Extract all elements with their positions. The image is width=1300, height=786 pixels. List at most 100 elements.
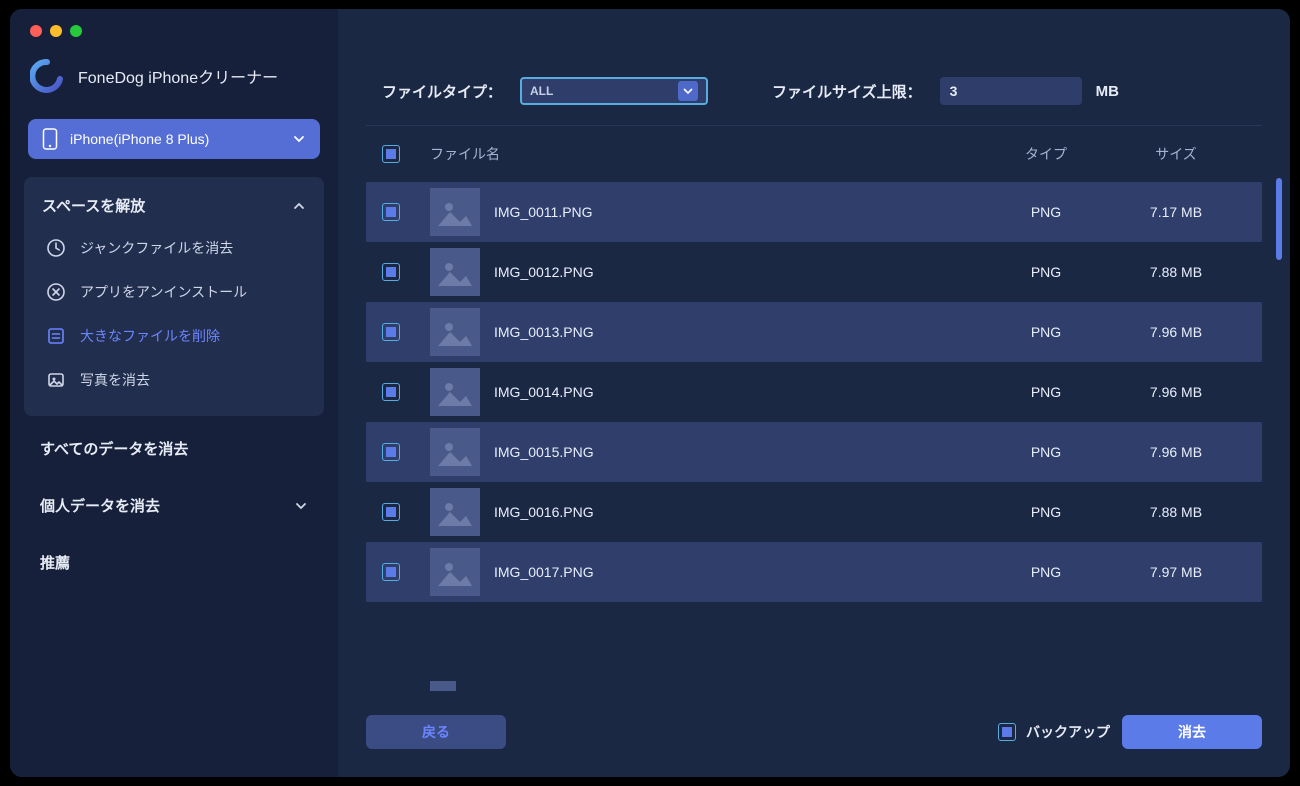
device-selector[interactable]: iPhone(iPhone 8 Plus) — [28, 119, 320, 159]
erase-button[interactable]: 消去 — [1122, 715, 1262, 749]
erase-button-label: 消去 — [1178, 722, 1206, 742]
file-type: PNG — [986, 444, 1106, 460]
chevron-up-icon — [292, 199, 306, 213]
column-header-name[interactable]: ファイル名 — [430, 144, 986, 164]
clock-icon — [46, 238, 66, 258]
app-title: FoneDog iPhoneクリーナー — [78, 64, 278, 88]
file-size: 7.88 MB — [1106, 504, 1246, 520]
image-thumbnail-icon — [430, 428, 480, 476]
partial-row-peek — [366, 681, 1262, 691]
file-name: IMG_0014.PNG — [494, 384, 594, 400]
back-button[interactable]: 戻る — [366, 715, 506, 749]
table-body: IMG_0011.PNGPNG7.17 MBIMG_0012.PNGPNG7.8… — [366, 182, 1262, 681]
file-size: 7.96 MB — [1106, 384, 1246, 400]
image-thumbnail-icon — [430, 368, 480, 416]
uninstall-icon — [46, 282, 66, 302]
section-header-free-space[interactable]: スペースを解放 — [28, 185, 320, 226]
minimize-icon[interactable] — [50, 25, 62, 37]
file-lines-icon — [46, 326, 66, 346]
file-name: IMG_0015.PNG — [494, 444, 594, 460]
zoom-icon[interactable] — [70, 25, 82, 37]
row-checkbox[interactable] — [382, 323, 400, 341]
filter-bar: ファイルタイプ： ALL ファイルサイズ上限： 3 MB — [366, 29, 1262, 117]
table-row[interactable]: IMG_0011.PNGPNG7.17 MB — [366, 182, 1262, 242]
sidebar-item-large-files[interactable]: 大きなファイルを削除 — [28, 314, 320, 358]
image-thumbnail-icon — [430, 681, 456, 691]
sidebar-item-photos[interactable]: 写真を消去 — [28, 358, 320, 402]
column-header-size[interactable]: サイズ — [1106, 144, 1246, 164]
file-table: ファイル名 タイプ サイズ IMG_0011.PNGPNG7.17 MBIMG_… — [366, 125, 1262, 681]
file-size: 7.97 MB — [1106, 564, 1246, 580]
file-type: PNG — [986, 504, 1106, 520]
table-row[interactable]: IMG_0017.PNG PNG7.97 MB — [366, 542, 1262, 602]
table-header: ファイル名 タイプ サイズ — [366, 126, 1262, 182]
select-all-checkbox[interactable] — [382, 145, 400, 163]
sidebar-item-junk[interactable]: ジャンクファイルを消去 — [28, 226, 320, 270]
row-checkbox[interactable] — [382, 203, 400, 221]
file-type-value: ALL — [530, 84, 553, 98]
sidebar-item-uninstall[interactable]: アプリをアンインストール — [28, 270, 320, 314]
scrollbar-thumb[interactable] — [1276, 178, 1282, 260]
sidebar-item-label: 推薦 — [40, 552, 70, 573]
image-thumbnail-icon — [430, 488, 480, 536]
file-size-input[interactable]: 3 — [940, 77, 1082, 105]
chevron-down-icon — [292, 132, 306, 146]
sidebar-section-free-space: スペースを解放 ジャンクファイルを消去 アプリをアンインストール — [24, 177, 324, 416]
sidebar-item-label: アプリをアンインストール — [80, 282, 247, 302]
chevron-down-icon — [678, 81, 698, 101]
sidebar-item-recommend[interactable]: 推薦 — [10, 534, 338, 591]
table-row[interactable]: IMG_0015.PNG PNG7.96 MB — [366, 422, 1262, 482]
table-row[interactable]: IMG_0012.PNGPNG7.88 MB — [366, 242, 1262, 302]
file-size: 7.17 MB — [1106, 204, 1246, 220]
device-label: iPhone(iPhone 8 Plus) — [70, 131, 209, 147]
row-checkbox[interactable] — [382, 383, 400, 401]
footer-bar: 戻る バックアップ 消去 — [366, 691, 1262, 749]
row-checkbox[interactable] — [382, 263, 400, 281]
image-icon — [46, 370, 66, 390]
column-header-type[interactable]: タイプ — [986, 144, 1106, 164]
row-checkbox[interactable] — [382, 563, 400, 581]
file-type: PNG — [986, 384, 1106, 400]
file-name: IMG_0013.PNG — [494, 324, 594, 340]
file-name: IMG_0017.PNG — [494, 564, 594, 580]
image-thumbnail-icon — [430, 308, 480, 356]
section-title-free-space: スペースを解放 — [42, 195, 145, 216]
file-size: 7.96 MB — [1106, 444, 1246, 460]
app-logo-icon — [30, 59, 64, 93]
sidebar: FoneDog iPhoneクリーナー iPhone(iPhone 8 Plus… — [10, 9, 338, 777]
file-name: IMG_0016.PNG — [494, 504, 594, 520]
file-type: PNG — [986, 564, 1106, 580]
sidebar-item-label: 写真を消去 — [80, 370, 150, 390]
file-size: 7.88 MB — [1106, 264, 1246, 280]
file-type-label: ファイルタイプ： — [382, 81, 502, 102]
file-size-label: ファイルサイズ上限： — [772, 81, 922, 102]
close-icon[interactable] — [30, 25, 42, 37]
image-thumbnail-icon — [430, 248, 480, 296]
file-type: PNG — [986, 264, 1106, 280]
sidebar-item-label: 大きなファイルを削除 — [80, 326, 220, 346]
sidebar-item-erase-private[interactable]: 個人データを消去 — [10, 477, 338, 534]
phone-icon — [42, 128, 58, 150]
table-row[interactable]: IMG_0013.PNG PNG7.96 MB — [366, 302, 1262, 362]
table-row[interactable]: IMG_0014.PNG PNG7.96 MB — [366, 362, 1262, 422]
window-traffic-lights — [30, 25, 82, 37]
image-thumbnail-icon — [430, 188, 480, 236]
sidebar-item-erase-all[interactable]: すべてのデータを消去 — [10, 420, 338, 477]
image-thumbnail-icon — [430, 548, 480, 596]
file-type-select[interactable]: ALL — [520, 77, 708, 105]
app-window: FoneDog iPhoneクリーナー iPhone(iPhone 8 Plus… — [10, 9, 1290, 777]
backup-checkbox[interactable] — [998, 723, 1016, 741]
sidebar-item-label: すべてのデータを消去 — [40, 438, 188, 459]
chevron-down-icon — [294, 499, 308, 513]
backup-label: バックアップ — [1026, 722, 1110, 742]
sidebar-item-label: ジャンクファイルを消去 — [80, 238, 233, 258]
table-row[interactable]: IMG_0016.PNG PNG7.88 MB — [366, 482, 1262, 542]
file-size: 7.96 MB — [1106, 324, 1246, 340]
row-checkbox[interactable] — [382, 503, 400, 521]
file-type: PNG — [986, 204, 1106, 220]
sidebar-item-label: 個人データを消去 — [40, 495, 160, 516]
file-size-value: 3 — [950, 83, 958, 99]
row-checkbox[interactable] — [382, 443, 400, 461]
file-type: PNG — [986, 324, 1106, 340]
file-size-unit: MB — [1096, 83, 1119, 100]
